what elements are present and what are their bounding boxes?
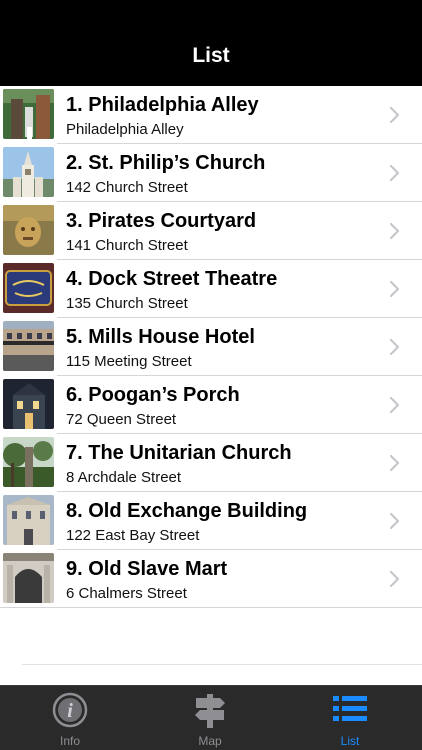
item-address: Philadelphia Alley bbox=[66, 121, 184, 138]
list-icon bbox=[333, 696, 367, 721]
item-title: 8. Old Exchange Building bbox=[66, 500, 308, 522]
tab-info[interactable]: i Info bbox=[0, 686, 140, 750]
item-title: 7. The Unitarian Church bbox=[66, 442, 292, 464]
item-address: 72 Queen Street bbox=[66, 411, 177, 428]
item-address: 141 Church Street bbox=[66, 237, 188, 254]
chevron-right-icon bbox=[389, 512, 400, 530]
svg-text:i: i bbox=[67, 700, 73, 722]
thumbnail-image bbox=[3, 205, 54, 255]
tab-map[interactable]: Map bbox=[140, 686, 280, 750]
app-screen: List 1. Philadelphia Alley Philadelphia … bbox=[0, 0, 422, 750]
item-address: 8 Archdale Street bbox=[66, 469, 182, 486]
info-icon: i bbox=[52, 692, 88, 728]
tab-bar: i Info Map List bbox=[0, 685, 422, 750]
chevron-right-icon bbox=[389, 164, 400, 182]
chevron-right-icon bbox=[389, 454, 400, 472]
list-item-pirates-courtyard[interactable]: 3. Pirates Courtyard 141 Church Street bbox=[0, 202, 422, 260]
navigation-bar: List bbox=[0, 0, 422, 86]
item-title: 2. St. Philip’s Church bbox=[66, 152, 266, 174]
thumbnail-image bbox=[3, 263, 54, 313]
thumbnail-image bbox=[3, 147, 54, 197]
item-address: 122 East Bay Street bbox=[66, 527, 200, 544]
chevron-right-icon bbox=[389, 106, 400, 124]
item-address: 6 Chalmers Street bbox=[66, 585, 187, 602]
chevron-right-icon bbox=[389, 338, 400, 356]
list-item-old-slave-mart[interactable]: 9. Old Slave Mart 6 Chalmers Street bbox=[0, 550, 422, 608]
page-title: List bbox=[192, 44, 230, 67]
location-list: 1. Philadelphia Alley Philadelphia Alley… bbox=[0, 86, 422, 608]
tab-label: Map bbox=[198, 734, 222, 748]
thumbnail-image bbox=[3, 437, 54, 487]
item-address: 115 Meeting Street bbox=[66, 353, 192, 370]
item-title: 1. Philadelphia Alley bbox=[66, 94, 259, 116]
item-title: 9. Old Slave Mart bbox=[66, 558, 228, 580]
thumbnail-image bbox=[3, 321, 54, 371]
tab-label: List bbox=[340, 734, 360, 748]
list-item-poogans-porch[interactable]: 6. Poogan’s Porch 72 Queen Street bbox=[0, 376, 422, 434]
signpost-icon bbox=[195, 694, 225, 728]
list-item-old-exchange-building[interactable]: 8. Old Exchange Building 122 East Bay St… bbox=[0, 492, 422, 550]
thumbnail-image bbox=[3, 89, 54, 139]
item-title: 3. Pirates Courtyard bbox=[66, 210, 257, 232]
chevron-right-icon bbox=[389, 222, 400, 240]
item-address: 142 Church Street bbox=[66, 179, 188, 196]
list-item-st-philips-church[interactable]: 2. St. Philip’s Church 142 Church Street bbox=[0, 144, 422, 202]
thumbnail-image bbox=[3, 495, 54, 545]
list-item-philadelphia-alley[interactable]: 1. Philadelphia Alley Philadelphia Alley bbox=[0, 86, 422, 144]
thumbnail-image bbox=[3, 553, 54, 603]
thumbnail-image bbox=[3, 379, 54, 429]
tab-label: Info bbox=[59, 734, 80, 748]
list-item-dock-street-theatre[interactable]: 4. Dock Street Theatre 135 Church Street bbox=[0, 260, 422, 318]
divider bbox=[22, 664, 422, 665]
chevron-right-icon bbox=[389, 280, 400, 298]
list-item-unitarian-church[interactable]: 7. The Unitarian Church 8 Archdale Stree… bbox=[0, 434, 422, 492]
item-title: 5. Mills House Hotel bbox=[66, 326, 255, 348]
item-title: 6. Poogan’s Porch bbox=[66, 384, 240, 406]
chevron-right-icon bbox=[389, 570, 400, 588]
chevron-right-icon bbox=[389, 396, 400, 414]
list-item-mills-house-hotel[interactable]: 5. Mills House Hotel 115 Meeting Street bbox=[0, 318, 422, 376]
item-address: 135 Church Street bbox=[66, 295, 188, 312]
item-title: 4. Dock Street Theatre bbox=[66, 268, 278, 290]
tab-list[interactable]: List bbox=[280, 686, 420, 750]
